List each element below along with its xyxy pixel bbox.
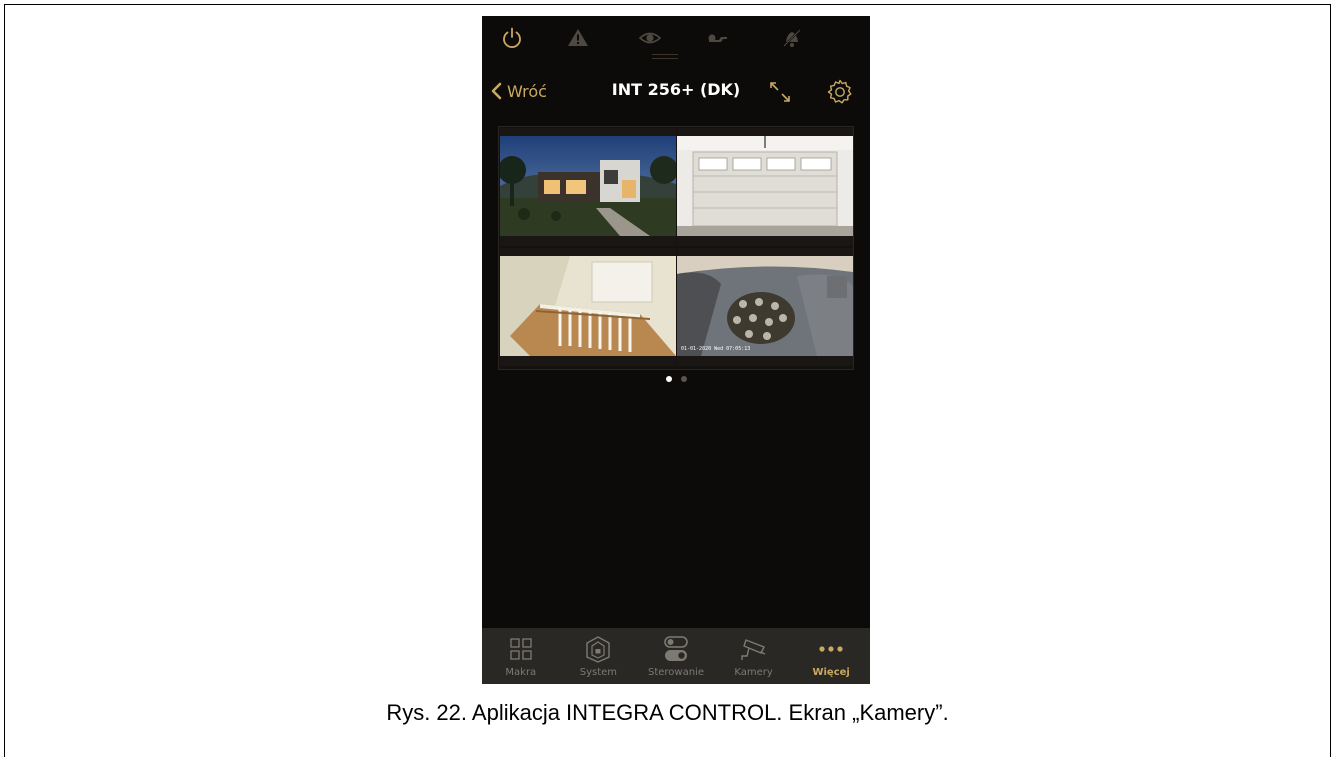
tab-label: System	[579, 667, 618, 678]
wrench-icon[interactable]	[706, 26, 730, 50]
bell-off-icon[interactable]	[780, 26, 804, 50]
phone-screen: Wróć INT 256+ (DK) 01-01-2020 Wed 07:05:…	[482, 16, 870, 684]
page-dot-active[interactable]	[665, 376, 672, 382]
top-icon-bar	[482, 16, 870, 60]
figure-caption: Rys. 22. Aplikacja INTEGRA CONTROL. Ekra…	[386, 700, 949, 725]
tab-label: Sterowanie	[647, 667, 704, 678]
eye-icon[interactable]	[638, 26, 662, 50]
camera-tile[interactable]	[500, 128, 676, 246]
tab-wiecej[interactable]: Więcej	[792, 628, 870, 684]
tab-system[interactable]: System	[560, 628, 638, 684]
camera-snapshot-stairs	[500, 256, 676, 356]
camera-tile[interactable]	[677, 128, 853, 246]
camera-grid: 01-01-2020 Wed 07:05:13	[498, 126, 854, 370]
camera-snapshot-garage	[677, 136, 853, 236]
toggle-icon	[664, 636, 688, 661]
drag-handle[interactable]	[652, 54, 678, 59]
camera-tile[interactable]	[500, 248, 676, 366]
tab-label: Więcej	[812, 667, 850, 678]
tab-bar: Makra System Sterowanie Kamery Więcej	[482, 628, 870, 684]
tab-label: Kamery	[734, 667, 773, 678]
header: Wróć INT 256+ (DK)	[482, 74, 870, 108]
alert-triangle-icon[interactable]	[566, 26, 590, 50]
tab-kamery[interactable]: Kamery	[715, 628, 793, 684]
more-icon	[819, 646, 843, 652]
camera-tile[interactable]: 01-01-2020 Wed 07:05:13	[677, 248, 853, 366]
expand-icon[interactable]	[766, 78, 794, 106]
tab-sterowanie[interactable]: Sterowanie	[637, 628, 715, 684]
camera-snapshot-courtyard: 01-01-2020 Wed 07:05:13	[677, 256, 853, 356]
house-shield-icon	[586, 636, 611, 663]
tab-label: Makra	[505, 667, 537, 678]
camera-icon	[740, 639, 765, 660]
page-dot[interactable]	[680, 376, 687, 382]
camera-snapshot-house	[500, 136, 676, 236]
power-icon[interactable]	[500, 26, 524, 50]
gear-icon[interactable]	[826, 78, 854, 106]
tab-makra[interactable]: Makra	[482, 628, 560, 684]
grid-icon	[510, 638, 532, 660]
page-indicator	[482, 376, 870, 382]
camera-timestamp: 01-01-2020 Wed 07:05:13	[681, 346, 750, 352]
page-title: INT 256+ (DK)	[611, 80, 741, 99]
